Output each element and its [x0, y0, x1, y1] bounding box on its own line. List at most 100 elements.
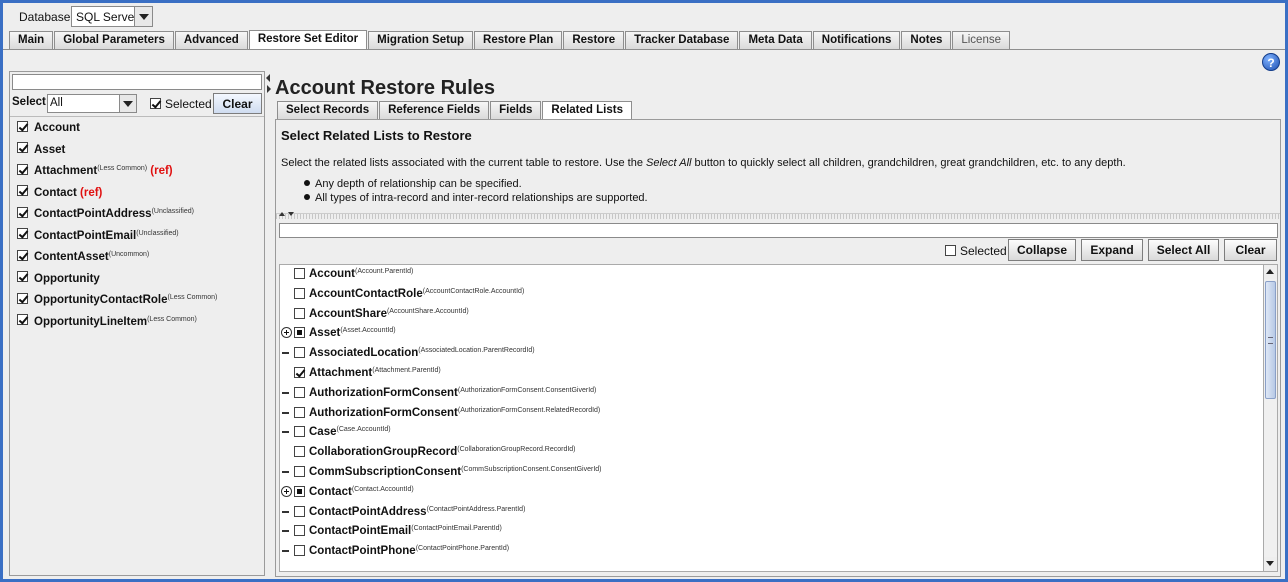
list-item[interactable]: Account: [17, 119, 217, 141]
scroll-up-icon[interactable]: [1264, 265, 1277, 279]
related-selected-checkbox[interactable]: Selected: [945, 244, 1007, 258]
checkbox-icon[interactable]: [294, 545, 305, 557]
tree-row[interactable]: CommSubscriptionConsent(CommSubscription…: [280, 463, 1263, 483]
tab-license[interactable]: License: [952, 31, 1010, 49]
checkbox-icon[interactable]: [17, 314, 28, 326]
clear-button[interactable]: Clear: [1224, 239, 1277, 261]
list-item[interactable]: Contact (ref): [17, 184, 217, 206]
checkbox-icon[interactable]: [294, 426, 305, 438]
checkbox-icon[interactable]: [17, 249, 28, 261]
checkbox-icon[interactable]: [17, 142, 28, 154]
checkbox-icon[interactable]: [294, 485, 305, 497]
selected-only-checkbox[interactable]: Selected: [150, 97, 212, 111]
collapse-button[interactable]: Collapse: [1008, 239, 1076, 261]
tab-restore-plan[interactable]: Restore Plan: [474, 31, 563, 49]
collapse-dash-icon[interactable]: [281, 525, 292, 536]
checkbox-icon[interactable]: [294, 307, 305, 319]
tab-main[interactable]: Main: [9, 31, 54, 49]
collapse-dash-icon[interactable]: [281, 506, 292, 517]
section-splitter[interactable]: [276, 212, 1280, 219]
help-icon[interactable]: ?: [1262, 53, 1280, 71]
tab-meta-data[interactable]: Meta Data: [739, 31, 812, 49]
checkbox-icon[interactable]: [17, 271, 28, 283]
tree-row[interactable]: AccountShare(AccountShare.AccountId): [280, 305, 1263, 325]
list-item[interactable]: OpportunityLineItem(Less Common): [17, 313, 217, 335]
checkbox-icon[interactable]: [945, 245, 956, 257]
tab-related-lists[interactable]: Related Lists: [542, 101, 632, 119]
select-all-button[interactable]: Select All: [1148, 239, 1219, 261]
tab-reference-fields[interactable]: Reference Fields: [379, 101, 490, 119]
left-clear-button[interactable]: Clear: [213, 93, 262, 114]
tab-notes[interactable]: Notes: [901, 31, 952, 49]
tree-row[interactable]: AuthorizationFormConsent(AuthorizationFo…: [280, 384, 1263, 404]
checkbox-icon[interactable]: [17, 120, 28, 132]
checkbox-icon[interactable]: [294, 287, 305, 299]
tree-row[interactable]: Asset(Asset.AccountId): [280, 324, 1263, 344]
collapse-dash-icon[interactable]: [281, 545, 292, 556]
tree-row[interactable]: Account(Account.ParentId): [280, 265, 1263, 285]
tab-tracker-database[interactable]: Tracker Database: [625, 31, 739, 49]
checkbox-icon[interactable]: [294, 327, 305, 339]
tree-row[interactable]: Contact(Contact.AccountId): [280, 483, 1263, 503]
list-item[interactable]: Asset: [17, 141, 217, 163]
tree-row[interactable]: AccountContactRole(AccountContactRole.Ac…: [280, 285, 1263, 305]
arrow-down-icon[interactable]: [288, 212, 294, 216]
checkbox-icon[interactable]: [17, 163, 28, 175]
list-item[interactable]: ContentAsset(Uncommon): [17, 248, 217, 270]
tab-migration-setup[interactable]: Migration Setup: [368, 31, 474, 49]
checkbox-icon[interactable]: [294, 386, 305, 398]
list-item[interactable]: ContactPointEmail(Unclassified): [17, 227, 217, 249]
scroll-down-icon[interactable]: [1264, 557, 1277, 571]
checkbox-icon[interactable]: [294, 505, 305, 517]
checkbox-icon[interactable]: [294, 347, 305, 359]
select-filter-dropdown[interactable]: All: [47, 94, 137, 113]
expand-plus-icon[interactable]: [281, 327, 292, 339]
collapse-dash-icon[interactable]: [281, 387, 292, 398]
checkbox-icon[interactable]: [17, 228, 28, 240]
table-search-input[interactable]: [12, 74, 262, 90]
checkbox-icon[interactable]: [294, 366, 305, 378]
related-search-input[interactable]: [279, 223, 1278, 238]
tree-row[interactable]: AuthorizationFormConsent(AuthorizationFo…: [280, 404, 1263, 424]
collapse-dash-icon[interactable]: [281, 466, 292, 477]
tree-row[interactable]: ContactPointAddress(ContactPointAddress.…: [280, 503, 1263, 523]
checkbox-icon[interactable]: [17, 206, 28, 218]
scroll-thumb[interactable]: [1265, 281, 1276, 399]
tree-row[interactable]: AssociatedLocation(AssociatedLocation.Pa…: [280, 344, 1263, 364]
arrow-right-icon[interactable]: [267, 85, 271, 93]
panel-splitter[interactable]: [266, 71, 272, 576]
arrow-left-icon[interactable]: [266, 74, 270, 82]
checkbox-icon[interactable]: [294, 465, 305, 477]
checkbox-icon[interactable]: [294, 406, 305, 418]
tree-row[interactable]: ContactPointPhone(ContactPointPhone.Pare…: [280, 542, 1263, 562]
list-item[interactable]: ContactPointAddress(Unclassified): [17, 205, 217, 227]
collapse-dash-icon[interactable]: [281, 347, 292, 358]
tree-row[interactable]: CollaborationGroupRecord(CollaborationGr…: [280, 443, 1263, 463]
checkbox-icon[interactable]: [150, 98, 161, 110]
checkbox-icon[interactable]: [294, 525, 305, 537]
tree-row[interactable]: Case(Case.AccountId): [280, 423, 1263, 443]
expand-button[interactable]: Expand: [1081, 239, 1143, 261]
tab-fields[interactable]: Fields: [490, 101, 542, 119]
checkbox-icon[interactable]: [294, 446, 305, 458]
tree-row[interactable]: Attachment(Attachment.ParentId): [280, 364, 1263, 384]
list-item[interactable]: Opportunity: [17, 270, 217, 292]
checkbox-icon[interactable]: [17, 292, 28, 304]
collapse-dash-icon[interactable]: [281, 426, 292, 437]
chevron-down-icon[interactable]: [119, 95, 136, 112]
list-item[interactable]: OpportunityContactRole(Less Common): [17, 291, 217, 313]
database-select[interactable]: SQL Server: [71, 6, 153, 27]
chevron-down-icon[interactable]: [134, 7, 152, 26]
tab-notifications[interactable]: Notifications: [812, 31, 901, 49]
tab-restore-set-editor[interactable]: Restore Set Editor: [248, 30, 368, 50]
tab-global-parameters[interactable]: Global Parameters: [54, 31, 174, 49]
tab-advanced[interactable]: Advanced: [174, 31, 248, 49]
vertical-scrollbar[interactable]: [1263, 264, 1278, 572]
collapse-dash-icon[interactable]: [281, 407, 292, 418]
expand-plus-icon[interactable]: [281, 485, 292, 497]
checkbox-icon[interactable]: [17, 185, 28, 197]
tab-restore[interactable]: Restore: [563, 31, 625, 49]
list-item[interactable]: Attachment(Less Common) (ref): [17, 162, 217, 184]
arrow-up-icon[interactable]: [279, 212, 285, 216]
tab-select-records[interactable]: Select Records: [277, 101, 379, 119]
